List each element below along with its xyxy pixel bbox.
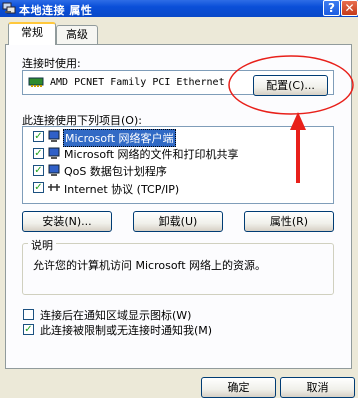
adapter-name: AMD PCNET Family PCI Ethernet [50,77,225,88]
uninstall-button[interactable]: 卸载(U) [133,211,223,232]
ok-button[interactable]: 确定 [201,377,276,398]
show-icon-label: 连接后在通知区域显示图标(W) [40,309,192,322]
tab-advanced[interactable]: 高级 [56,25,98,45]
network-client-icon [48,130,60,142]
cancel-button[interactable]: 取消 [280,377,355,398]
component-file-printer-sharing: Microsoft 网络的文件和打印机共享 [64,148,239,161]
notify-limited-label: 此连接被限制或无连接时通知我(M) [40,324,213,337]
description-title: 说明 [28,237,56,253]
component-qos-scheduler: QoS 数据包计划程序 [64,165,167,178]
window-title: 本地连接 属性 [19,4,93,17]
protocol-icon [48,184,60,191]
description-text: 允许您的计算机访问 Microsoft 网络上的资源。 [33,259,267,272]
configure-button[interactable]: 配置(C)... [253,75,328,96]
component-network-client: Microsoft 网络客户端 [63,129,176,147]
notify-limited-checkbox[interactable]: ✓ [23,324,34,335]
checkbox-qos-scheduler[interactable]: ✓ [33,165,44,176]
close-button[interactable]: ✕ [341,0,358,16]
qos-scheduler-icon [48,164,60,176]
checkbox-file-printer-sharing[interactable]: ✓ [33,148,44,159]
connect-using-label: 连接时使用: [22,57,81,70]
checkbox-tcp-ip[interactable]: ✓ [33,182,44,193]
title-bar: 本地连接 属性 ? ✕ [0,0,358,17]
install-button[interactable]: 安装(N)... [22,211,112,232]
properties-button[interactable]: 属性(R) [244,211,334,232]
checkbox-network-client[interactable]: ✓ [33,131,44,142]
network-connection-icon [2,2,16,14]
show-icon-checkbox[interactable] [23,309,34,320]
help-button[interactable]: ? [323,0,340,16]
component-tcp-ip: Internet 协议 (TCP/IP) [64,183,180,196]
network-adapter-icon [28,77,44,87]
tab-general[interactable]: 常规 [8,22,56,45]
file-printer-sharing-icon [48,147,60,159]
